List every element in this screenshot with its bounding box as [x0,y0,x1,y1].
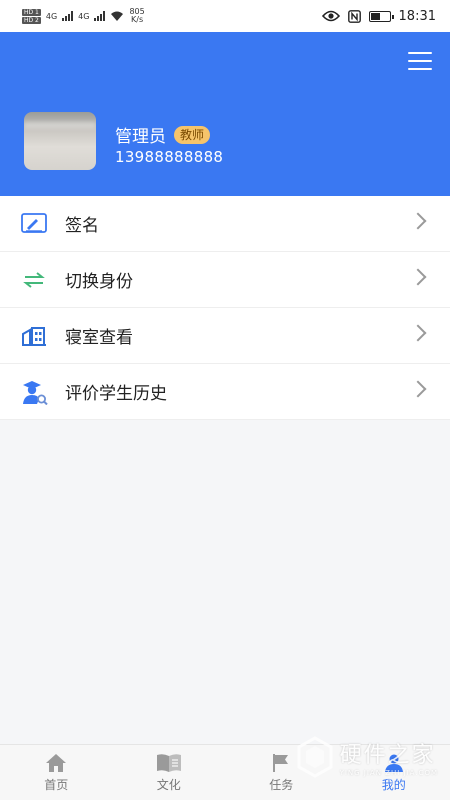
flag-icon [273,753,289,772]
profile-menu: 签名 切换身份 寝室查看 评价学生历史 [0,196,450,420]
teacher-search-icon [20,378,48,406]
tab-label: 文化 [156,777,181,792]
tab-culture[interactable]: 文化 [113,745,226,800]
network-speed-unit: K/s [131,15,144,24]
dormitory-icon [20,322,48,350]
tab-label: 任务 [269,777,294,792]
tab-home[interactable]: 首页 [0,745,113,800]
menu-item-dormitory[interactable]: 寝室查看 [0,308,450,364]
profile-header: 管理员 教师 13988888888 [0,32,450,196]
watermark-title: 硬件之家 [339,743,436,768]
chevron-right-icon [409,212,427,230]
user-name: 管理员 [115,127,166,147]
menu-item-label: 寝室查看 [65,328,133,348]
status-bar: HD 1 HD 2 4G 4G 805 K/s 18:31 [0,0,450,32]
menu-item-label: 切换身份 [65,272,133,292]
watermark: 硬件之家 YING JIAN ZHI JIA.COM [296,736,438,778]
watermark-text: 硬件之家 YING JIAN ZHI JIA.COM [340,737,438,777]
clock: 18:31 [398,8,436,24]
eye-icon [321,10,340,22]
menu-item-label: 签名 [65,216,99,236]
name-row: 管理员 教师 [115,122,211,147]
home-icon [46,753,67,772]
watermark-subtitle: YING JIAN ZHI JIA.COM [339,769,438,777]
menu-item-label: 评价学生历史 [65,384,167,404]
status-right: 18:31 [321,8,436,24]
user-phone: 13988888888 [115,148,224,166]
switch-arrows-icon [20,266,48,294]
watermark-logo-icon [297,736,333,778]
battery-icon [368,10,394,22]
network-type-1: 4G [45,11,58,21]
menu-item-evaluation-history[interactable]: 评价学生历史 [0,364,450,420]
hd-indicator: HD 1 HD 2 [22,8,41,24]
chevron-right-icon [409,268,427,286]
menu-item-signature[interactable]: 签名 [0,196,450,252]
signature-icon [20,210,48,238]
role-badge: 教师 [174,125,211,144]
chevron-right-icon [409,380,427,398]
network-speed: 805 K/s [129,8,144,24]
signal-icon-2 [94,11,106,21]
book-icon [156,753,181,772]
hd1-label: HD 1 [22,8,41,16]
wifi-icon [111,11,124,21]
nfc-icon [347,9,361,23]
network-type-2: 4G [78,11,90,21]
avatar[interactable] [24,112,96,170]
chevron-right-icon [409,324,427,342]
hamburger-menu-icon[interactable] [408,52,432,70]
tab-label: 首页 [44,777,69,792]
signal-icon [62,11,74,21]
tab-label: 我的 [381,777,406,792]
menu-item-switch-identity[interactable]: 切换身份 [0,252,450,308]
status-left: HD 1 HD 2 4G 4G 805 K/s [22,8,145,24]
hd2-label: HD 2 [22,16,41,24]
